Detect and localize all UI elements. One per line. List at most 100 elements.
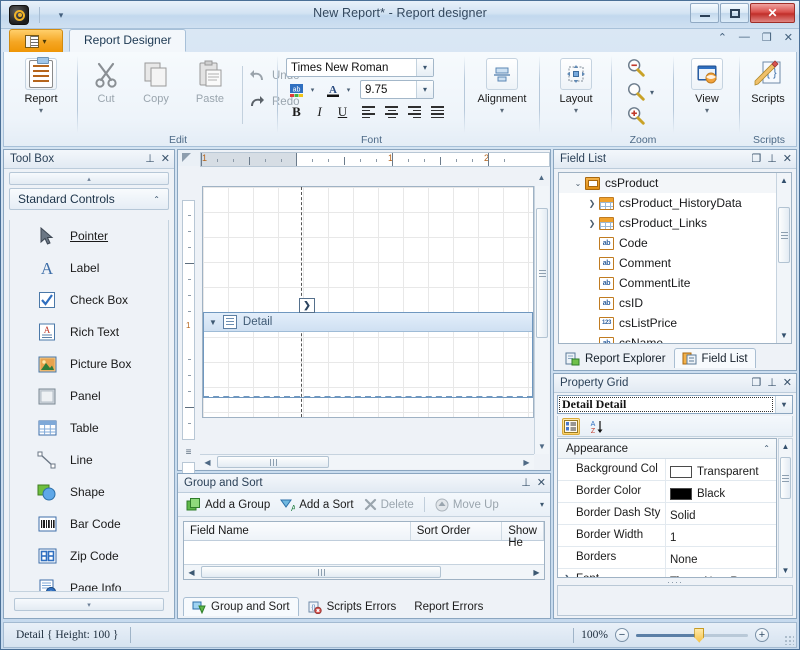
toolbox-item-shape[interactable]: Shape	[10, 476, 168, 508]
grid-horizontal-scrollbar[interactable]: ◀ ▶	[184, 564, 544, 579]
column-header-field-name[interactable]: Field Name	[184, 522, 411, 540]
alignment-button[interactable]: Alignment ▾	[471, 57, 533, 115]
property-grid-splitter[interactable]: ····	[557, 578, 793, 585]
zoom-in-button[interactable]	[626, 106, 646, 129]
property-row-background-color[interactable]: Background Col Transparent	[558, 459, 776, 481]
scripts-button[interactable]: { } Scripts	[740, 57, 796, 105]
window-maximize-button[interactable]	[720, 3, 749, 23]
toolbox-scroll-up-button[interactable]: ▴	[9, 172, 169, 185]
band-smart-tag-button[interactable]: ❯	[299, 298, 315, 313]
collapse-triangle-icon[interactable]: ▼	[209, 318, 217, 327]
toolbox-item-rich-text[interactable]: A Rich Text	[10, 316, 168, 348]
property-value[interactable]: Solid	[666, 503, 776, 524]
chevron-right-icon[interactable]: ❯	[585, 199, 599, 208]
scrollbar-thumb[interactable]	[217, 456, 329, 468]
zoom-out-button[interactable]: −	[615, 628, 629, 642]
property-value[interactable]: 1	[666, 525, 776, 546]
tree-node-code[interactable]: ab Code	[559, 233, 791, 253]
highlight-color-dropdown-icon[interactable]: ▾	[307, 80, 318, 100]
report-button[interactable]: Report ▾	[10, 57, 72, 115]
chevron-down-icon[interactable]: ▾	[676, 106, 738, 115]
chevron-down-icon[interactable]: ▾	[775, 396, 792, 413]
field-list-scrollbar[interactable]: ▲ ▼	[776, 173, 791, 343]
scrollbar-thumb[interactable]	[201, 566, 441, 578]
window-minimize-button[interactable]	[690, 3, 719, 23]
chevron-down-icon[interactable]: ▾	[416, 81, 433, 98]
zoom-level-button[interactable]	[626, 82, 646, 105]
designer-scroll-right-button[interactable]: ▶	[519, 455, 534, 470]
tree-node-csproduct-links[interactable]: ❯ csProduct_Links	[559, 213, 791, 233]
paste-button[interactable]: Paste	[182, 57, 238, 105]
chevron-down-icon[interactable]: ▾	[471, 106, 533, 115]
pin-icon[interactable]: ⊥	[145, 154, 155, 165]
property-value-cell[interactable]: Black	[666, 481, 776, 502]
zoom-slider-thumb[interactable]	[694, 628, 704, 643]
toolbar-overflow-icon[interactable]: ▾	[540, 500, 544, 509]
property-scroll-down-button[interactable]: ▼	[779, 563, 792, 577]
report-page[interactable]: ▼ Detail ❯	[202, 186, 534, 418]
toolbox-item-table[interactable]: Table	[10, 412, 168, 444]
close-icon[interactable]: ✕	[537, 478, 546, 489]
tree-node-csproduct-historydata[interactable]: ❯ csProduct_HistoryData	[559, 193, 791, 213]
italic-button[interactable]: I	[309, 102, 330, 122]
designer-scroll-left-button[interactable]: ◀	[200, 455, 215, 470]
cut-button[interactable]: Cut	[82, 57, 130, 105]
tree-node-csname[interactable]: ab csName	[559, 333, 791, 344]
toolbox-item-panel[interactable]: Panel	[10, 380, 168, 412]
tab-report-errors[interactable]: Report Errors	[405, 597, 492, 616]
toolbox-item-zip-code[interactable]: Zip Code	[10, 540, 168, 572]
add-group-button[interactable]: Add a Group	[186, 498, 270, 512]
close-icon[interactable]: ✕	[783, 378, 792, 389]
property-grid-scrollbar[interactable]: ▲ ▼	[778, 438, 793, 578]
tree-node-comment[interactable]: ab Comment	[559, 253, 791, 273]
file-menu-tab[interactable]: ▾	[9, 29, 63, 52]
delete-button[interactable]: Delete	[364, 498, 414, 511]
alphabetical-button[interactable]: A Z	[588, 418, 606, 435]
column-header-sort-order[interactable]: Sort Order	[411, 522, 503, 540]
field-list-scroll-up-button[interactable]: ▲	[777, 173, 791, 188]
chevron-right-icon[interactable]: ❯	[585, 219, 599, 228]
align-justify-button[interactable]	[427, 102, 448, 122]
toolbox-item-label[interactable]: A Label	[10, 252, 168, 284]
property-scroll-up-button[interactable]: ▲	[779, 439, 792, 453]
chevron-down-icon[interactable]: ▾	[10, 106, 72, 115]
layout-button[interactable]: Layout ▾	[545, 57, 607, 115]
pin-icon[interactable]: ⊥	[767, 154, 777, 165]
restore-icon[interactable]: ❐	[751, 154, 761, 165]
categorized-button[interactable]	[562, 418, 580, 435]
tab-scripts-errors[interactable]: {} Scripts Errors	[299, 597, 406, 616]
designer-scroll-up-button[interactable]: ▲	[534, 170, 549, 184]
zoom-slider[interactable]	[636, 634, 748, 637]
ribbon-close-icon[interactable]: ✕	[784, 31, 793, 44]
restore-icon[interactable]: ❐	[751, 378, 761, 389]
tree-node-csid[interactable]: ab csID	[559, 293, 791, 313]
window-close-button[interactable]: ✕	[750, 3, 795, 23]
tab-report-explorer[interactable]: Report Explorer	[557, 348, 674, 368]
property-row-border-dash-style[interactable]: Border Dash Sty Solid	[558, 503, 776, 525]
chevron-down-icon[interactable]: ▾	[416, 59, 433, 76]
scrollbar-thumb[interactable]	[536, 208, 548, 338]
toolbox-item-line[interactable]: Line	[10, 444, 168, 476]
view-button[interactable]: View ▾	[676, 57, 738, 115]
ribbon-collapse-icon[interactable]: ⌃	[718, 31, 727, 44]
copy-button[interactable]: Copy	[130, 57, 182, 105]
field-list-scroll-down-button[interactable]: ▼	[777, 328, 791, 343]
ribbon-restore-icon[interactable]: ❐	[762, 31, 772, 44]
property-row-borders[interactable]: Borders None	[558, 547, 776, 569]
bold-button[interactable]: B	[286, 102, 307, 122]
scrollbar-thumb[interactable]	[778, 207, 790, 263]
font-size-combo[interactable]: 9.75 ▾	[360, 80, 434, 99]
property-object-selector[interactable]: Detail Detail ▾	[557, 395, 793, 414]
property-value-cell[interactable]: Transparent	[666, 459, 776, 480]
property-grid-table[interactable]: Appearance ⌃ Background Col Transparent …	[557, 438, 777, 578]
highlight-color-button[interactable]: ab	[286, 80, 307, 100]
toolbox-item-picture-box[interactable]: Picture Box	[10, 348, 168, 380]
resize-grip-icon[interactable]	[784, 635, 794, 645]
align-center-button[interactable]	[381, 102, 402, 122]
align-right-button[interactable]	[404, 102, 425, 122]
toolbox-item-pointer[interactable]: Pointer	[10, 220, 168, 252]
zoom-dropdown-icon[interactable]: ▾	[650, 88, 654, 97]
designer-vertical-scrollbar[interactable]: ▼	[534, 186, 549, 454]
property-value[interactable]: None	[666, 547, 776, 568]
field-list-tree[interactable]: ⌄ csProduct ❯ csProduct_HistoryData ❯ cs…	[558, 172, 792, 344]
